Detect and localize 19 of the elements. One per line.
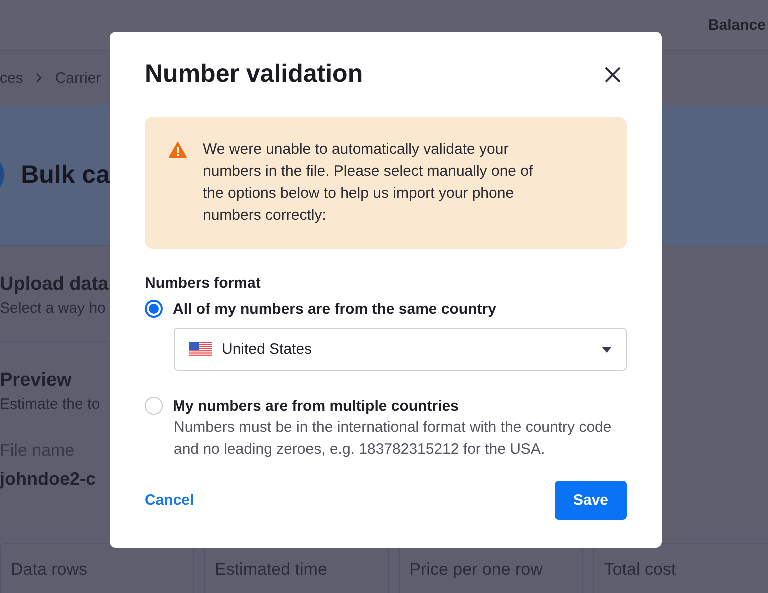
warning-icon <box>169 142 187 158</box>
chevron-icon <box>35 73 44 83</box>
section-title: Upload data <box>0 274 110 296</box>
alert-message: We were unable to automatically validate your numbers in the file. Please select manually one of the options below to help us import your phone numbers correctly: <box>203 140 534 226</box>
file-name-value: johndoe2-c <box>0 469 98 490</box>
field-label: Numbers format <box>145 275 262 292</box>
dialog-title: Number validation <box>145 60 364 89</box>
page-title: Bulk ca <box>21 160 110 190</box>
caret-icon <box>602 346 612 352</box>
help-text: Numbers must be in the international format with the country code and no leading zeroes, e.g. 183782315212 for the USA. <box>174 418 613 460</box>
radio-option[interactable]: My numbers are from multiple countries <box>145 397 627 415</box>
save-button[interactable]: Save <box>555 481 627 520</box>
cancel-link[interactable]: Cancel <box>145 492 194 509</box>
balance-label: Balance <box>708 16 766 34</box>
close-icon[interactable] <box>604 66 622 84</box>
section-title: Preview <box>0 370 73 392</box>
country-select[interactable]: United States <box>174 328 627 371</box>
flag-icon <box>189 342 212 357</box>
radio-option[interactable]: All of my numbers are from the same country <box>145 300 627 318</box>
